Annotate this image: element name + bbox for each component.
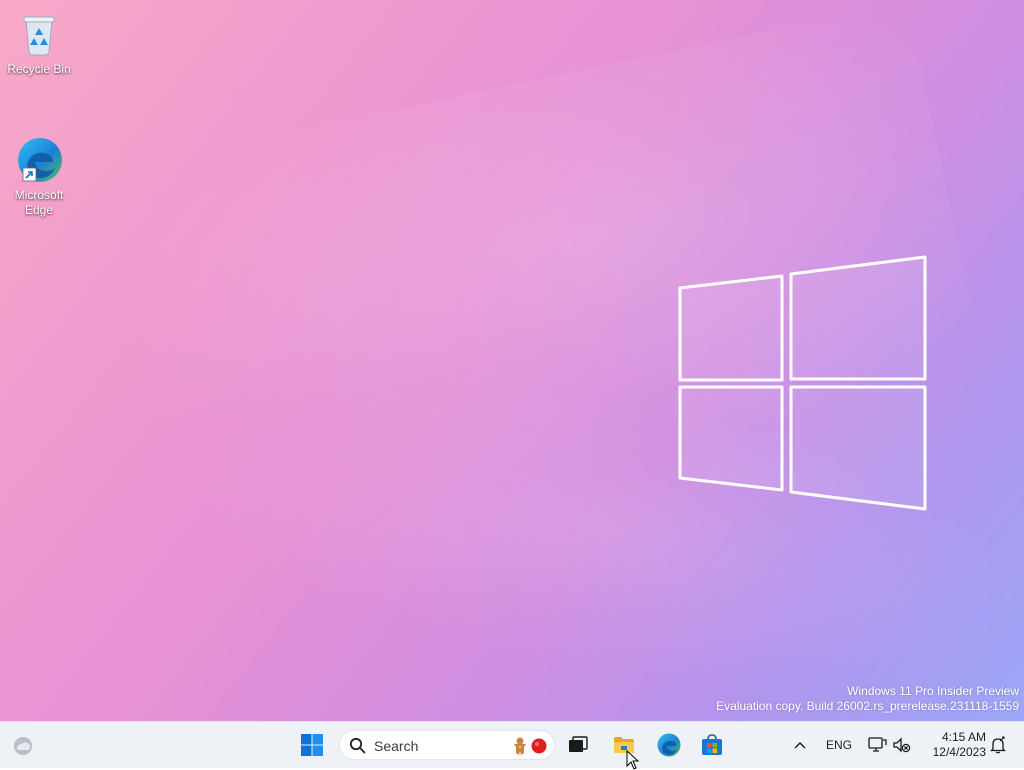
desktop-icon-label: Recycle Bin (7, 62, 71, 76)
language-label: ENG (825, 738, 852, 752)
edge-icon (13, 119, 65, 182)
network-icon (868, 737, 887, 752)
language-indicator[interactable]: ENG (820, 728, 858, 762)
mouse-cursor-icon (626, 750, 640, 770)
notification-icon (990, 736, 1006, 754)
desktop-icon-label: Microsoft Edge (14, 188, 64, 217)
red-dot-icon (531, 738, 547, 754)
store-icon (702, 734, 722, 755)
task-view-icon (569, 736, 588, 752)
volume-muted-icon (893, 737, 911, 753)
store-button[interactable] (695, 728, 729, 762)
notification-button[interactable] (988, 728, 1008, 762)
task-view-button[interactable] (561, 728, 595, 762)
clock-time: 4:15 AM (941, 730, 986, 744)
edge-icon (657, 733, 681, 757)
search-box[interactable]: Search (339, 730, 555, 760)
taskbar: Search ENG 4:15 AM 12/4/2023 (0, 721, 1024, 770)
desktop-icon-recycle-bin[interactable]: Recycle Bin (1, 8, 77, 77)
widgets-button[interactable] (6, 728, 40, 762)
edge-taskbar-button[interactable] (652, 728, 686, 762)
search-placeholder: Search (374, 738, 419, 754)
windows-start-icon (301, 734, 323, 756)
windows-wallpaper-logo-icon (678, 255, 927, 511)
evaluation-watermark: Windows 11 Pro Insider Preview Evaluatio… (716, 684, 1019, 714)
start-button[interactable] (295, 728, 329, 762)
search-icon (349, 737, 366, 754)
quick-settings-button[interactable] (864, 728, 916, 762)
clock-button[interactable]: 4:15 AM 12/4/2023 (920, 728, 986, 762)
recycle-bin-icon (13, 8, 65, 60)
gingerbread-icon (514, 737, 526, 755)
desktop-icon-microsoft-edge[interactable]: Microsoft Edge (1, 104, 77, 233)
watermark-line: Windows 11 Pro Insider Preview (847, 684, 1019, 698)
chevron-up-icon (794, 742, 806, 749)
clock-date: 12/4/2023 (932, 745, 986, 759)
watermark-line: Evaluation copy. Build 26002.rs_prerelea… (716, 699, 1019, 713)
tray-overflow-button[interactable] (788, 728, 812, 762)
widgets-weather-icon (14, 737, 32, 755)
desktop[interactable]: Recycle Bin Microsoft Edge Windows 11 Pr… (0, 0, 1024, 721)
